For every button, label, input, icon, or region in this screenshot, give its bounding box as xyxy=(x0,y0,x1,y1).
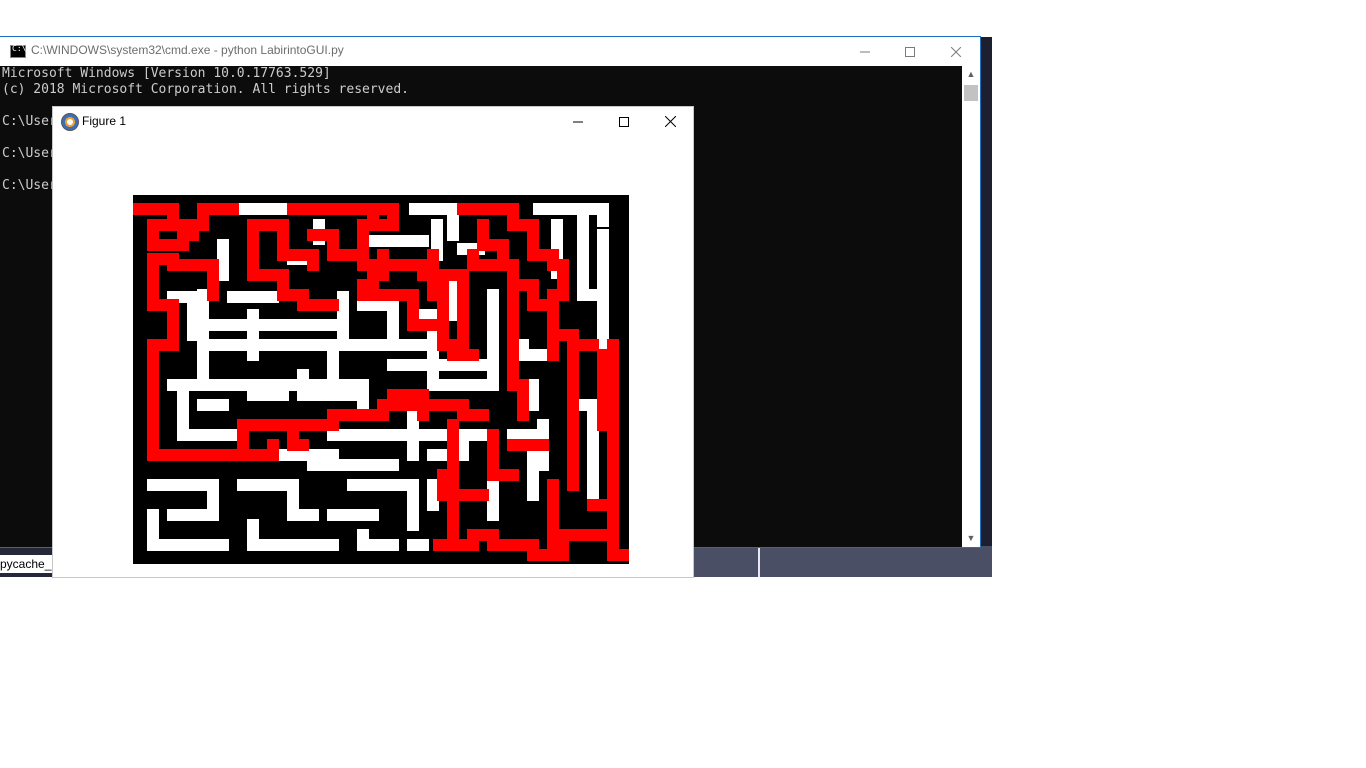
figure-maximize-button[interactable] xyxy=(601,107,647,136)
close-icon xyxy=(664,116,676,127)
figure-minimize-button[interactable] xyxy=(555,107,601,136)
minimize-icon xyxy=(860,51,870,52)
cmd-scrollbar[interactable]: ▲ ▼ xyxy=(962,66,980,547)
scroll-down-arrow-icon[interactable]: ▼ xyxy=(966,533,976,543)
cmd-minimize-button[interactable] xyxy=(842,37,888,66)
figure-close-button[interactable] xyxy=(647,107,693,136)
console-line: C:\User xyxy=(2,178,57,193)
console-line: C:\User xyxy=(2,114,57,129)
console-line: (c) 2018 Microsoft Corporation. All righ… xyxy=(2,82,409,97)
cmd-window-title: C:\WINDOWS\system32\cmd.exe - python Lab… xyxy=(31,43,344,57)
desktop-area xyxy=(693,546,992,577)
console-line: C:\User xyxy=(2,146,57,161)
scroll-up-arrow-icon[interactable]: ▲ xyxy=(966,69,976,79)
maze-image xyxy=(133,195,629,564)
cmd-titlebar[interactable]: C:\WINDOWS\system32\cmd.exe - python Lab… xyxy=(0,37,980,66)
close-icon xyxy=(951,46,961,57)
figure-canvas[interactable] xyxy=(53,137,693,577)
desktop-folder-label[interactable]: pycache_ xyxy=(0,555,53,573)
figure-window[interactable]: Figure 1 xyxy=(53,107,693,577)
maximize-icon xyxy=(905,46,915,57)
minimize-icon xyxy=(573,121,583,122)
figure-title: Figure 1 xyxy=(82,114,127,128)
figure-titlebar[interactable]: Figure 1 xyxy=(53,107,693,137)
scrollbar-thumb[interactable] xyxy=(964,85,978,101)
cmd-app-icon xyxy=(10,44,26,58)
matplotlib-icon xyxy=(61,113,79,131)
desktop-divider xyxy=(758,546,760,577)
console-line: Microsoft Windows [Version 10.0.17763.52… xyxy=(2,66,331,81)
cmd-close-button[interactable] xyxy=(933,37,979,66)
maximize-icon xyxy=(619,116,629,127)
cmd-maximize-button[interactable] xyxy=(887,37,933,66)
maze-graphic xyxy=(133,195,629,564)
